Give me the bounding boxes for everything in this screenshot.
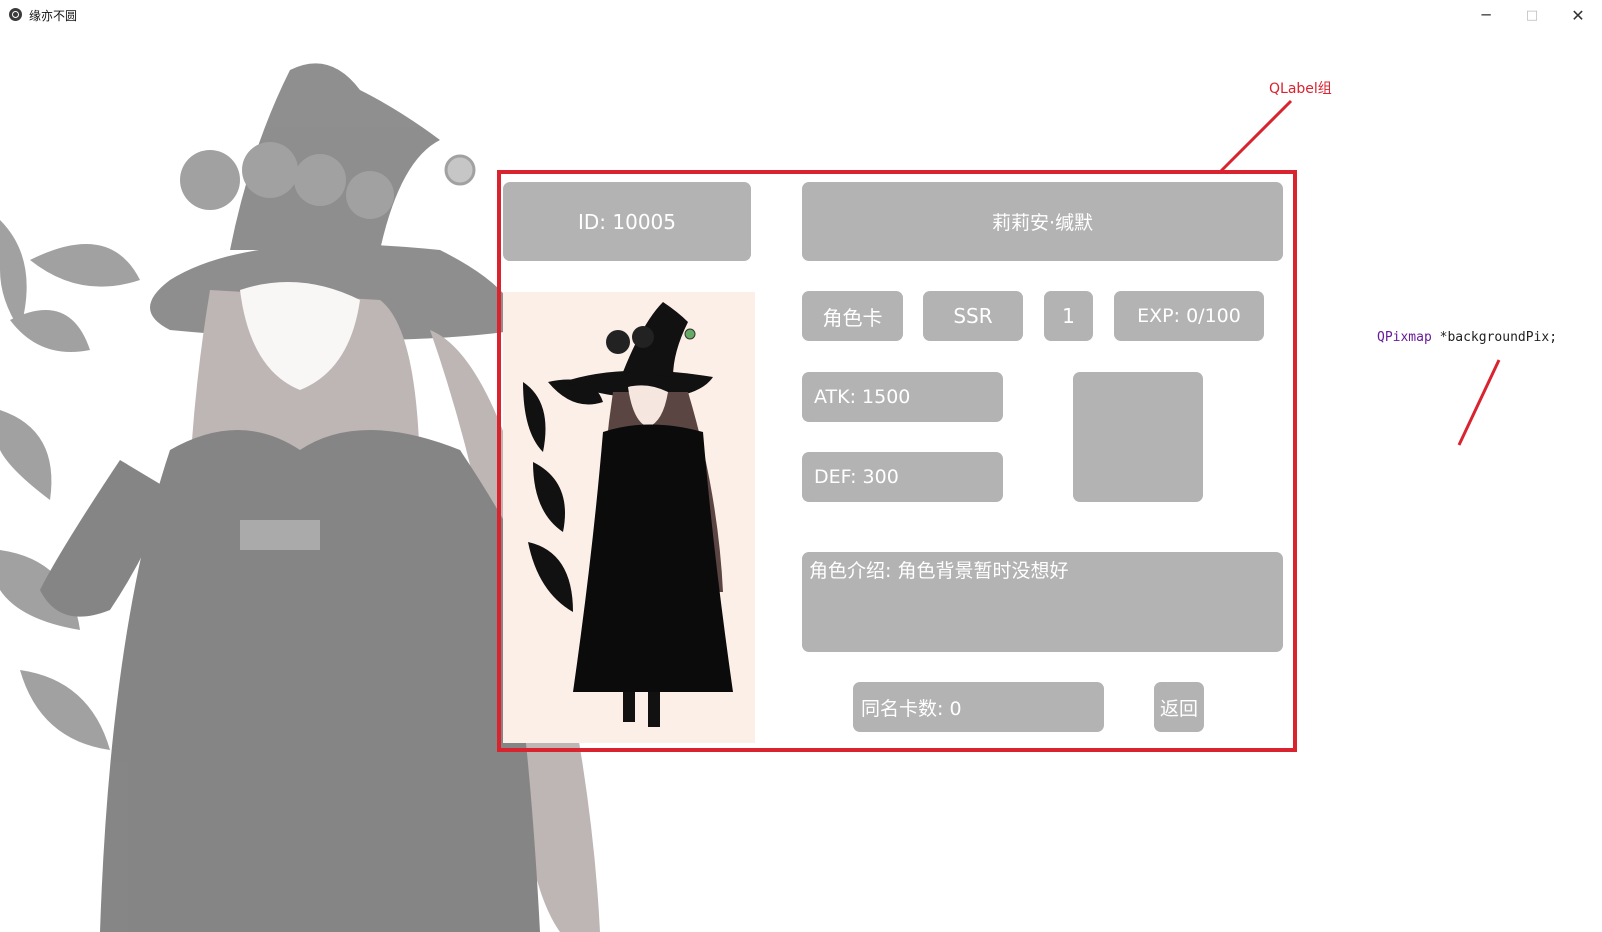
character-portrait [503,292,755,743]
maximize-button[interactable]: □ [1510,0,1554,30]
character-intro-label: 角色介绍: 角色背景暂时没想好 [802,552,1283,652]
qpixmap-type-text: QPixmap [1377,330,1432,345]
qlabel-group-annotation: QLabel组 [1269,81,1332,97]
card-id-label: ID: 10005 [503,182,751,261]
level-label: 1 [1044,291,1093,341]
card-type-label: 角色卡 [802,291,903,341]
qpixmap-var-text: *backgroundPix; [1431,330,1558,345]
window-title: 缘亦不圆 [29,9,78,23]
duplicate-count-label: 同名卡数: 0 [853,682,1104,732]
minimize-button[interactable]: ─ [1464,0,1508,30]
app-icon [9,8,22,21]
close-button[interactable]: ✕ [1556,0,1600,30]
back-button[interactable]: 返回 [1154,682,1204,732]
atk-label: ATK: 1500 [802,372,1003,422]
def-label: DEF: 300 [802,452,1003,502]
character-portrait-drawing [523,302,733,727]
empty-label-box [1073,372,1203,502]
rarity-label: SSR [923,291,1023,341]
exp-label: EXP: 0/100 [1114,291,1264,341]
title-bar: 缘亦不圆 ─ □ ✕ [0,0,1602,30]
qlabel-pointer-line [1218,99,1293,174]
qpixmap-pointer-line [1457,359,1501,446]
qpixmap-annotation: QPixmap *backgroundPix; [1377,330,1557,345]
card-name-label: 莉莉安·缄默 [802,182,1283,261]
